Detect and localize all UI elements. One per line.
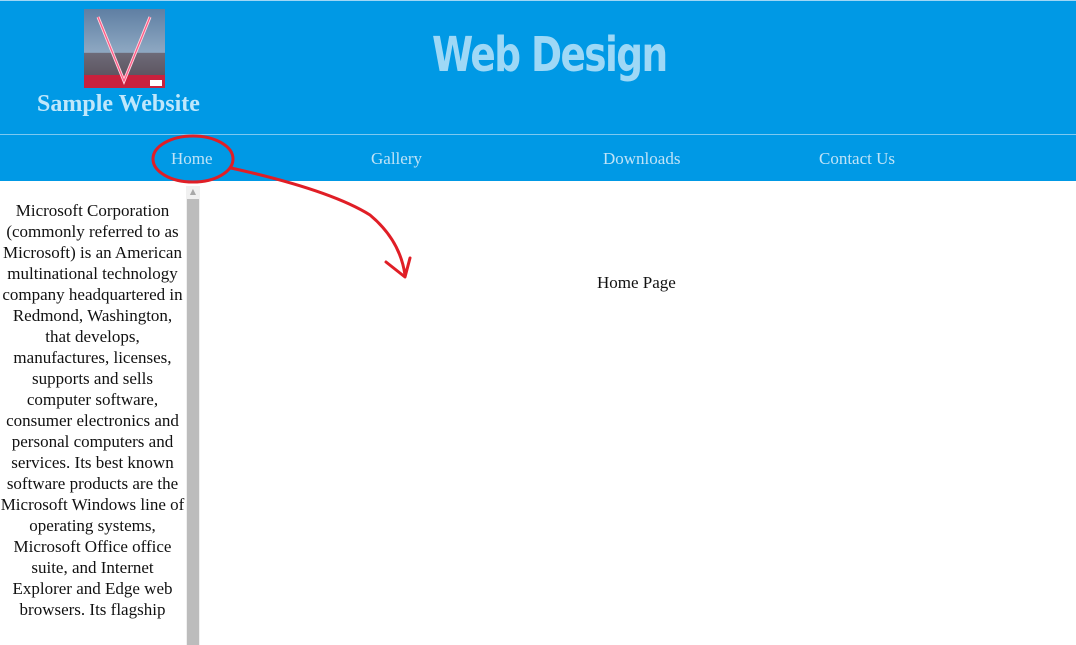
nav-item-gallery[interactable]: Gallery [371,149,422,169]
annotation-arrow-icon [229,166,407,277]
main-nav: Home Gallery Downloads Contact Us [0,134,1076,181]
sidebar-scrollbar[interactable]: ▲ [186,186,200,645]
sidebar-text-panel[interactable]: Microsoft Corporation (commonly referred… [0,198,185,645]
page-title: Web Design [432,27,668,83]
site-header: Sample Website Web Design [0,0,1076,134]
scrollbar-thumb[interactable] [187,199,199,645]
nav-item-contact-us[interactable]: Contact Us [819,149,895,169]
site-name: Sample Website [37,91,200,117]
album-cover-v-icon [84,9,165,88]
sidebar-description: Microsoft Corporation (commonly referred… [0,201,185,619]
nav-item-downloads[interactable]: Downloads [603,149,680,169]
content-heading: Home Page [597,273,676,292]
scroll-up-arrow-icon[interactable]: ▲ [186,186,200,198]
arrow-head-icon [384,256,412,279]
nav-item-home[interactable]: Home [171,149,213,169]
